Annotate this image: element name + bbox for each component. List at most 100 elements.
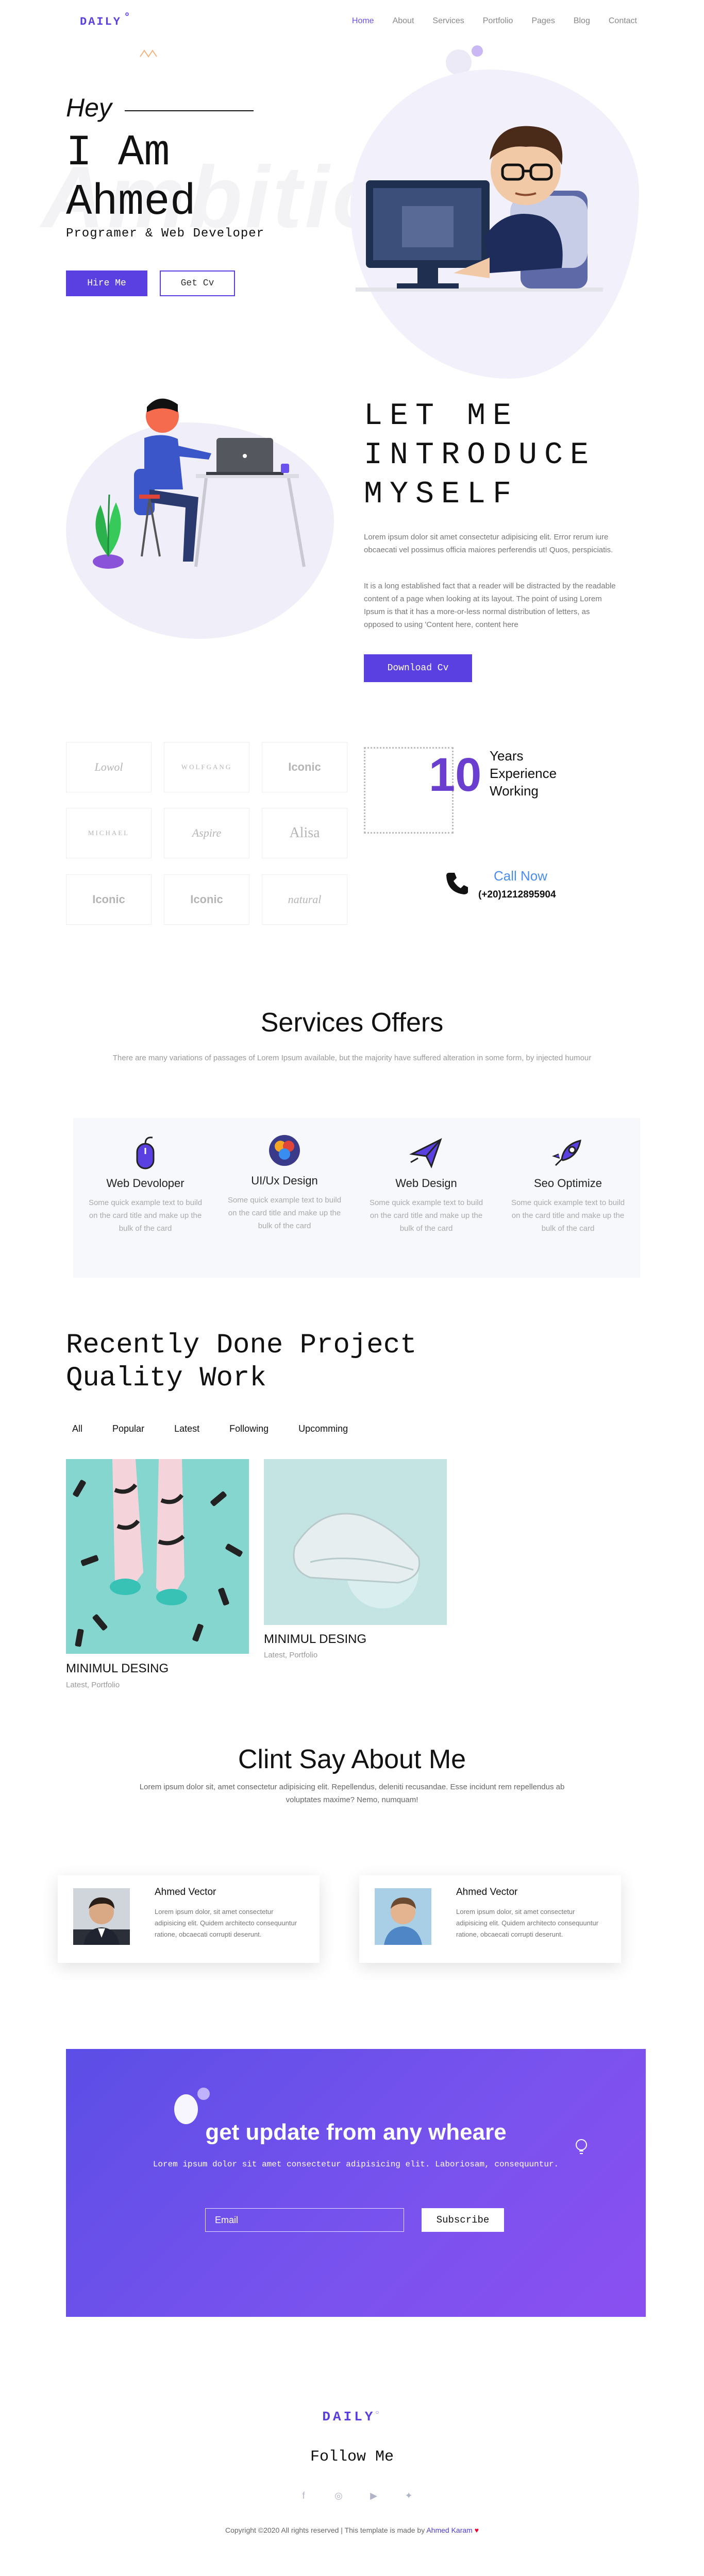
- service-text: Some quick example text to build on the …: [369, 1198, 483, 1233]
- intro-paragraph-1: Lorem ipsum dolor sit amet consectetur a…: [364, 533, 613, 554]
- hero-role: Programer & Web Developer: [66, 227, 265, 241]
- facebook-icon[interactable]: f: [298, 2490, 309, 2501]
- newsletter-title: get update from any wheare: [205, 2120, 507, 2145]
- mouse-icon: [136, 1137, 155, 1170]
- intro-title-line1: LET ME: [364, 399, 519, 434]
- experience-label-line: Working: [490, 783, 539, 799]
- service-title: Seo Optimize: [533, 1177, 602, 1190]
- avatar: [375, 1888, 431, 1945]
- experience-label-line: Experience: [490, 766, 557, 781]
- project-name[interactable]: MINIMUL DESING: [264, 1632, 366, 1647]
- main-menu: Home About Services Portfolio Pages Blog…: [352, 16, 637, 26]
- service-card[interactable]: UI/Ux Design Some quick example text to …: [223, 1126, 346, 1232]
- greeting-underline: [125, 110, 254, 111]
- service-card[interactable]: Seo Optimize Some quick example text to …: [506, 1128, 630, 1235]
- service-title: UI/Ux Design: [251, 1174, 318, 1187]
- filter-popular[interactable]: Popular: [107, 1419, 149, 1438]
- service-text: Some quick example text to build on the …: [227, 1196, 342, 1230]
- site-logo[interactable]: DAILY: [80, 12, 129, 28]
- project-image-shoe[interactable]: [264, 1459, 447, 1625]
- nav-contact[interactable]: Contact: [609, 16, 637, 26]
- testimonial-card: Ahmed Vector Lorem ipsum dolor, sit amet…: [58, 1875, 320, 1963]
- testimonials-subtitle-2: voluptates maxime? Nemo, numquam!: [286, 1795, 418, 1804]
- hero-name-line1: I Am: [66, 129, 170, 178]
- brand-logo: Lowol: [66, 742, 152, 792]
- squiggle-decoration: [140, 49, 157, 58]
- testimonial-author: Ahmed Vector: [456, 1887, 518, 1897]
- brand-logo: WOLFGANG: [164, 742, 249, 792]
- desk-illustration: [93, 398, 306, 569]
- hero-name: I Am Ahmed: [66, 129, 196, 228]
- service-text: Some quick example text to build on the …: [88, 1198, 203, 1233]
- download-cv-button[interactable]: Download Cv: [364, 654, 472, 682]
- email-field[interactable]: [205, 2208, 404, 2232]
- newsletter-banner: get update from any wheare Lorem ipsum d…: [66, 2049, 646, 2317]
- hero-name-line2: Ahmed: [66, 178, 196, 227]
- nav-about[interactable]: About: [393, 16, 414, 26]
- newsletter-subtitle: Lorem ipsum dolor sit amet consectetur a…: [153, 2160, 559, 2169]
- service-title: Web Design: [395, 1177, 457, 1190]
- project-name[interactable]: MINIMUL DESING: [66, 1662, 169, 1676]
- service-card[interactable]: Web Devoloper Some quick example text to…: [83, 1128, 207, 1235]
- social-links: f ◎ ▶ ✦: [298, 2490, 414, 2501]
- projects-title-line1: Recently Done Project: [66, 1330, 417, 1361]
- service-card[interactable]: Web Design Some quick example text to bu…: [364, 1128, 488, 1235]
- heart-icon: ♥: [474, 2526, 479, 2534]
- brand-logo: Alisa: [262, 808, 347, 858]
- copyright-text: Copyright ©2020 All rights reserved | Th…: [225, 2526, 425, 2534]
- color-circles-icon: [269, 1135, 300, 1166]
- intro-title: LET ME INTRODUCE MYSELF: [364, 397, 596, 514]
- projects-title: Recently Done Project Quality Work: [66, 1329, 417, 1395]
- logo-dot: ○: [375, 2409, 382, 2416]
- experience-label: Years Experience Working: [490, 747, 557, 800]
- testimonials-title: Clint Say About Me: [238, 1744, 466, 1774]
- logo-text: DAILY: [80, 15, 122, 28]
- get-cv-button[interactable]: Get Cv: [160, 270, 235, 296]
- brand-logo: Iconic: [262, 742, 347, 792]
- bubble-decoration-small: [197, 2088, 210, 2100]
- filter-upcomming[interactable]: Upcomming: [293, 1419, 353, 1438]
- services-title: Services Offers: [260, 1008, 444, 1038]
- testimonial-text: Lorem ipsum dolor, sit amet consectetur …: [155, 1908, 297, 1938]
- nav-blog[interactable]: Blog: [574, 16, 590, 26]
- follow-heading: Follow Me: [310, 2448, 394, 2466]
- bubble-decoration-small: [472, 45, 483, 57]
- project-filters: All Popular Latest Following Upcomming: [67, 1419, 353, 1438]
- subscribe-button[interactable]: Subscribe: [422, 2208, 504, 2232]
- top-navigation: DAILY Home About Services Portfolio Page…: [0, 0, 704, 41]
- project-image-socks[interactable]: [66, 1459, 249, 1654]
- copyright: Copyright ©2020 All rights reserved | Th…: [0, 2526, 704, 2534]
- nav-home[interactable]: Home: [352, 16, 374, 26]
- brand-logo: Aspire: [164, 808, 249, 858]
- experience-years-number: 10: [429, 749, 482, 801]
- nav-pages[interactable]: Pages: [531, 16, 555, 26]
- hire-me-button[interactable]: Hire Me: [66, 270, 147, 296]
- intro-title-line2: INTRODUCE: [364, 438, 596, 473]
- youtube-icon[interactable]: ▶: [368, 2490, 379, 2501]
- filter-latest[interactable]: Latest: [169, 1419, 205, 1438]
- twitter-icon[interactable]: ✦: [403, 2490, 414, 2501]
- project-tags: Latest, Portfolio: [66, 1681, 120, 1689]
- services-subtitle: There are many variations of passages of…: [112, 1054, 592, 1062]
- nav-portfolio[interactable]: Portfolio: [483, 16, 513, 26]
- nav-services[interactable]: Services: [432, 16, 464, 26]
- filter-following[interactable]: Following: [224, 1419, 274, 1438]
- instagram-icon[interactable]: ◎: [333, 2490, 344, 2501]
- brand-logo: Iconic: [164, 874, 249, 925]
- avatar: [73, 1888, 130, 1945]
- experience-label-line: Years: [490, 748, 524, 764]
- call-now-link[interactable]: Call Now: [494, 868, 547, 884]
- testimonial-card: Ahmed Vector Lorem ipsum dolor, sit amet…: [359, 1875, 621, 1963]
- service-text: Some quick example text to build on the …: [511, 1198, 625, 1233]
- filter-all[interactable]: All: [67, 1419, 88, 1438]
- author-link[interactable]: Ahmed Karam: [426, 2526, 472, 2534]
- testimonials-subtitle-1: Lorem ipsum dolor sit, amet consectetur …: [139, 1783, 565, 1791]
- rocket-icon: [552, 1139, 581, 1166]
- footer-logo[interactable]: DAILY○: [0, 2409, 704, 2425]
- logo-dot: [125, 12, 129, 16]
- paper-plane-icon: [409, 1138, 442, 1168]
- hero-greeting: Hey: [66, 93, 112, 122]
- phone-icon: [446, 873, 468, 894]
- brand-logo: MICHAEL: [66, 808, 152, 858]
- phone-number: (+20)1212895904: [478, 889, 556, 900]
